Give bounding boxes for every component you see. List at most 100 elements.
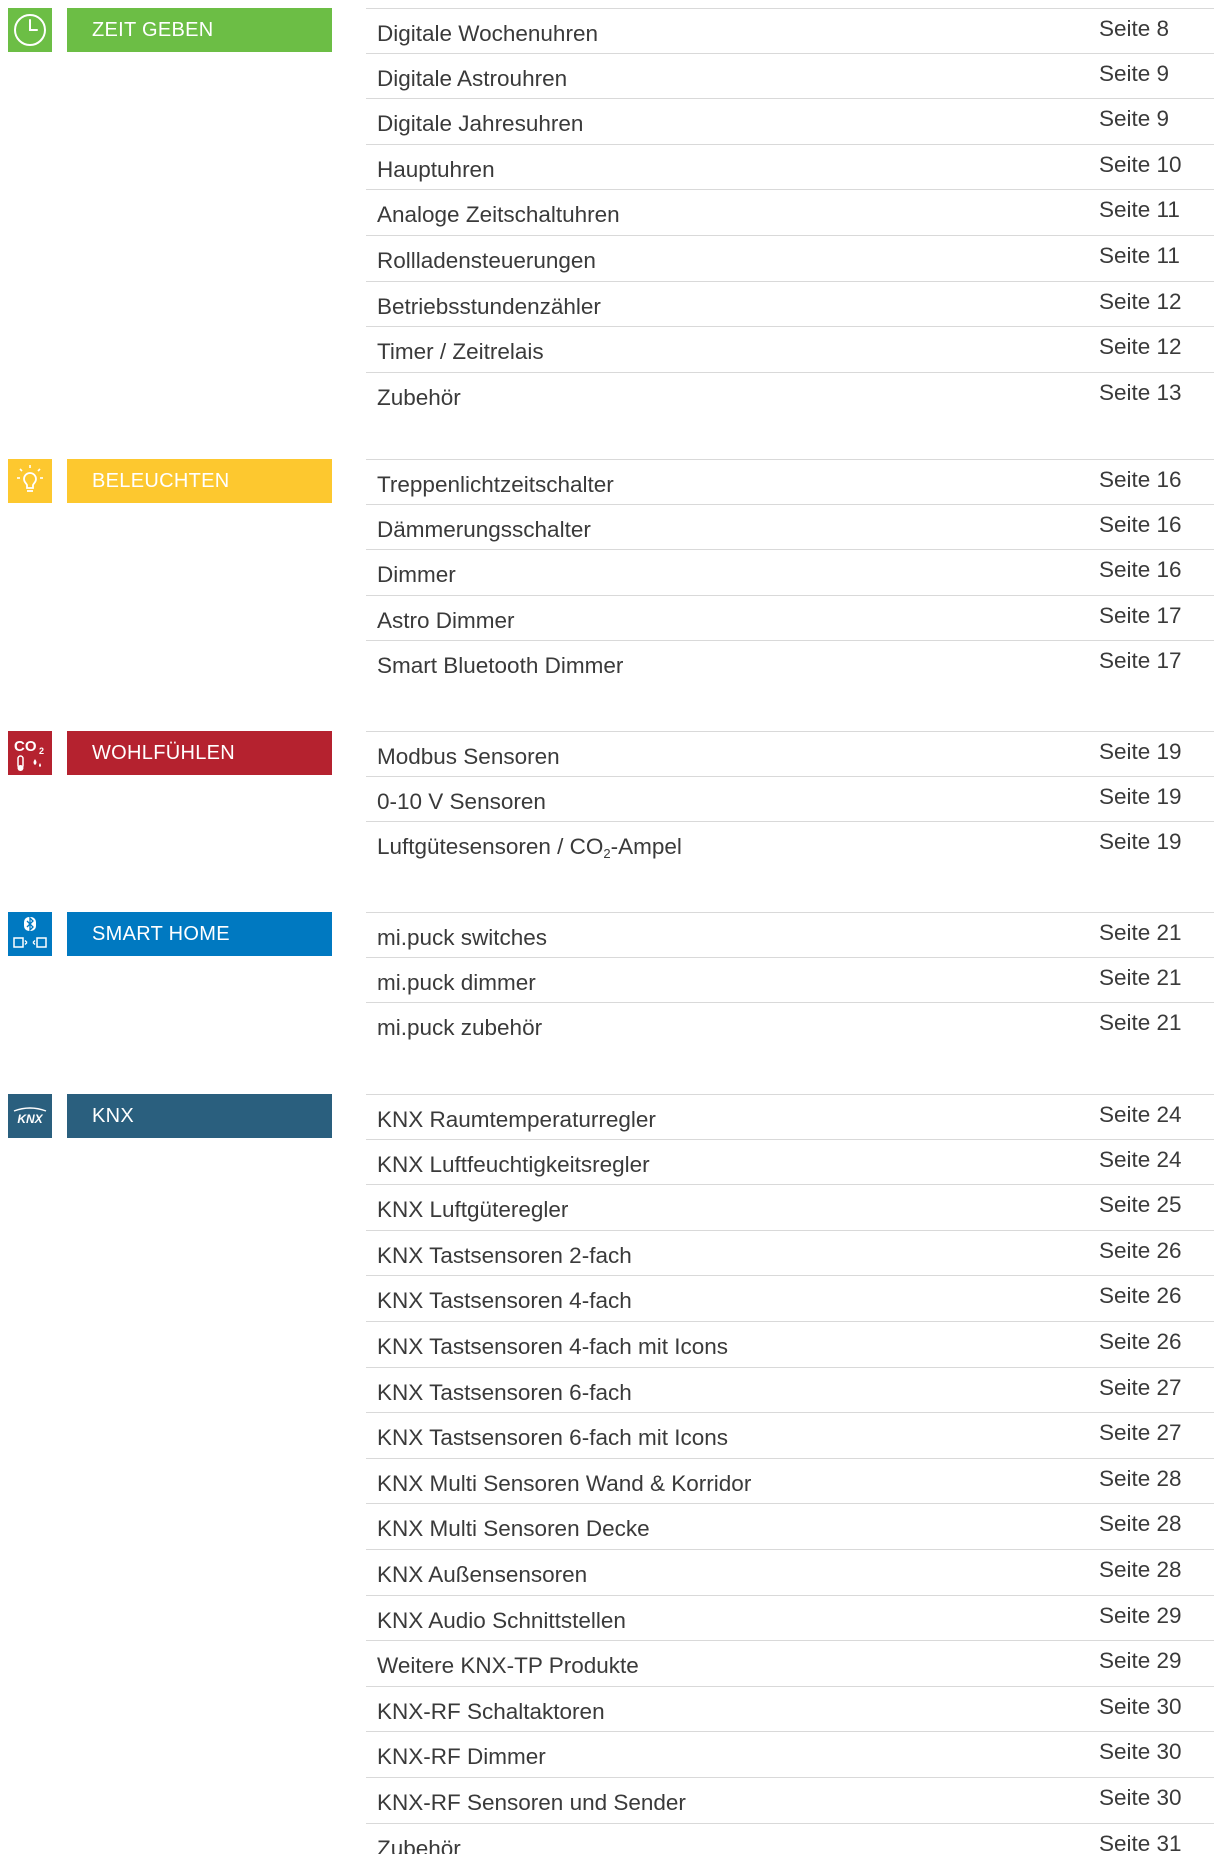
item-name: mi.puck switches (377, 925, 548, 950)
item-page: Seite 24 (1099, 1102, 1182, 1127)
list-item[interactable]: KNX Tastsensoren 6-fach Seite 27 (366, 1368, 1214, 1414)
list-item[interactable]: Analoge Zeitschaltuhren Seite 11 (366, 190, 1214, 236)
list-item[interactable]: KNX Raumtemperaturregler Seite 24 (366, 1094, 1214, 1140)
item-name: KNX Außensensoren (377, 1561, 588, 1587)
list-item[interactable]: mi.puck switches Seite 21 (366, 912, 1214, 958)
item-name: KNX Luftgüteregler (377, 1197, 569, 1223)
list-item[interactable]: KNX Tastsensoren 6-fach mit Icons Seite 2… (366, 1413, 1214, 1459)
list-item[interactable]: Dämmerungsschalter Seite 16 (366, 505, 1214, 551)
category-label[interactable]: KNX (67, 1094, 332, 1138)
list-item[interactable]: Zubehör Seite 31 (366, 1824, 1214, 1854)
list-item[interactable]: Weitere KNX-TP Produkte Seite 29 (366, 1641, 1214, 1687)
item-name: Hauptuhren (377, 156, 495, 182)
category-label[interactable]: SMART HOME (67, 912, 332, 956)
item-page: Seite 30 (1099, 1693, 1182, 1719)
item-page: Seite 17 (1099, 648, 1182, 674)
list-item[interactable]: Zubehör Seite 13 (366, 373, 1214, 419)
list-item[interactable]: KNX-RF Schaltaktoren Seite 30 (366, 1687, 1214, 1733)
item-page: Seite 26 (1099, 1328, 1182, 1354)
item-page: Seite 13 (1099, 379, 1182, 405)
list-item[interactable]: KNX Tastsensoren 4-fach Seite 26 (366, 1276, 1214, 1322)
list-item[interactable]: mi.puck zubehör Seite 21 (366, 1003, 1214, 1049)
list-item[interactable]: Smart Bluetooth Dimmer Seite 17 (366, 641, 1214, 687)
item-page: Seite 30 (1099, 1739, 1182, 1765)
list-item[interactable]: Treppenlichtzeitschalter Seite 16 (366, 459, 1214, 505)
list-item[interactable]: KNX Multi Sensoren Decke Seite 28 (366, 1504, 1214, 1550)
category-label[interactable]: ZEIT GEBEN (67, 8, 332, 52)
item-name: Digitale Jahresuhren (377, 111, 584, 137)
item-page: Seite 25 (1099, 1192, 1182, 1218)
knx-logo-icon: KNX (8, 1094, 52, 1138)
item-page: Seite 26 (1099, 1283, 1182, 1309)
item-page: Seite 19 (1099, 783, 1182, 809)
item-name: KNX Audio Schnittstellen (377, 1607, 626, 1633)
list-item[interactable]: KNX Außensensoren Seite 28 (366, 1550, 1214, 1596)
item-name: Timer / Zeitrelais (377, 339, 544, 365)
list-item[interactable]: Digitale Wochenuhren Seite 8 (366, 8, 1214, 54)
list-item[interactable]: KNX Tastsensoren 4-fach mit Icons Seite 2… (366, 1322, 1214, 1368)
item-page: Seite 31 (1099, 1830, 1182, 1854)
item-name: KNX-RF Dimmer (377, 1744, 546, 1770)
item-name: KNX Tastsensoren 6-fach mit Icons (377, 1425, 728, 1451)
item-page: Seite 26 (1099, 1237, 1182, 1263)
item-name: Treppenlichtzeitschalter (377, 472, 614, 497)
item-name: KNX Tastsensoren 6-fach (377, 1379, 632, 1405)
item-page: Seite 10 (1099, 151, 1182, 177)
list-item[interactable]: Astro Dimmer Seite 17 (366, 596, 1214, 642)
item-page: Seite 16 (1099, 511, 1182, 537)
item-name: Luftgütesensoren / CO2-Ampel (377, 834, 682, 862)
list-item[interactable]: KNX Audio Schnittstellen Seite 29 (366, 1596, 1214, 1642)
list-item[interactable]: KNX Luftfeuchtigkeitsregler Seite 24 (366, 1140, 1214, 1186)
svg-text:2: 2 (39, 746, 44, 756)
item-name: KNX Tastsensoren 4-fach (377, 1288, 632, 1314)
item-name: Modbus Sensoren (377, 744, 560, 769)
list-item[interactable]: Modbus Sensoren Seite 19 (366, 731, 1214, 777)
item-name: Smart Bluetooth Dimmer (377, 653, 624, 679)
list-item[interactable]: KNX-RF Sensoren und Sender Seite 30 (366, 1778, 1214, 1824)
item-page: Seite 21 (1099, 1010, 1182, 1036)
list-item[interactable]: 0-10 V Sensoren Seite 19 (366, 777, 1214, 823)
item-page: Seite 11 (1099, 197, 1180, 223)
item-name: 0-10 V Sensoren (377, 788, 546, 814)
category-label[interactable]: WOHLFÜHLEN (67, 731, 332, 775)
co2-thermometer-icon: CO 2 (8, 731, 52, 775)
item-list: Modbus Sensoren Seite 19 0-10 V Sensoren S… (366, 731, 1214, 868)
bluetooth-devices-icon (8, 912, 52, 956)
item-page: Seite 27 (1099, 1420, 1182, 1446)
list-item[interactable]: Dimmer Seite 16 (366, 550, 1214, 596)
item-name: Zubehör (377, 384, 461, 410)
list-item[interactable]: KNX Multi Sensoren Wand & Korridor Seite … (366, 1459, 1214, 1505)
item-page: Seite 28 (1099, 1511, 1182, 1537)
item-list: KNX Raumtemperaturregler Seite 24 KNX Luf… (366, 1094, 1214, 1854)
list-item[interactable]: Betriebsstundenzähler Seite 12 (366, 282, 1214, 328)
item-page: Seite 30 (1099, 1784, 1182, 1810)
item-page: Seite 28 (1099, 1556, 1182, 1582)
list-item[interactable]: KNX Tastsensoren 2-fach Seite 26 (366, 1231, 1214, 1277)
item-page: Seite 28 (1099, 1465, 1182, 1491)
item-name: Dämmerungsschalter (377, 516, 591, 542)
list-item[interactable]: Hauptuhren Seite 10 (366, 145, 1214, 191)
list-item[interactable]: mi.puck dimmer Seite 21 (366, 958, 1214, 1004)
item-page: Seite 16 (1099, 557, 1182, 583)
list-item[interactable]: Rollladensteuerungen Seite 11 (366, 236, 1214, 282)
list-item[interactable]: KNX Luftgüteregler Seite 25 (366, 1185, 1214, 1231)
item-page: Seite 21 (1099, 920, 1182, 945)
list-item[interactable]: Digitale Jahresuhren Seite 9 (366, 99, 1214, 145)
lightbulb-icon (8, 459, 52, 503)
list-item[interactable]: KNX-RF Dimmer Seite 30 (366, 1732, 1214, 1778)
item-page: Seite 9 (1099, 60, 1170, 86)
item-name: Zubehör (377, 1835, 461, 1854)
item-name: KNX-RF Sensoren und Sender (377, 1789, 686, 1815)
item-name: Rollladensteuerungen (377, 247, 596, 273)
item-page: Seite 29 (1099, 1602, 1182, 1628)
item-page: Seite 12 (1099, 334, 1182, 360)
list-item[interactable]: Timer / Zeitrelais Seite 12 (366, 327, 1214, 373)
item-list: mi.puck switches Seite 21 mi.puck dimmer S… (366, 912, 1214, 1049)
category-label[interactable]: BELEUCHTEN (67, 459, 332, 503)
item-name: KNX Raumtemperaturregler (377, 1107, 656, 1132)
item-name: KNX Tastsensoren 4-fach mit Icons (377, 1333, 728, 1359)
list-item[interactable]: Digitale Astrouhren Seite 9 (366, 54, 1214, 100)
item-page: Seite 12 (1099, 288, 1182, 314)
item-name: KNX-RF Schaltaktoren (377, 1698, 605, 1724)
list-item[interactable]: Luftgütesensoren / CO2-Ampel Seite 19 (366, 822, 1214, 868)
